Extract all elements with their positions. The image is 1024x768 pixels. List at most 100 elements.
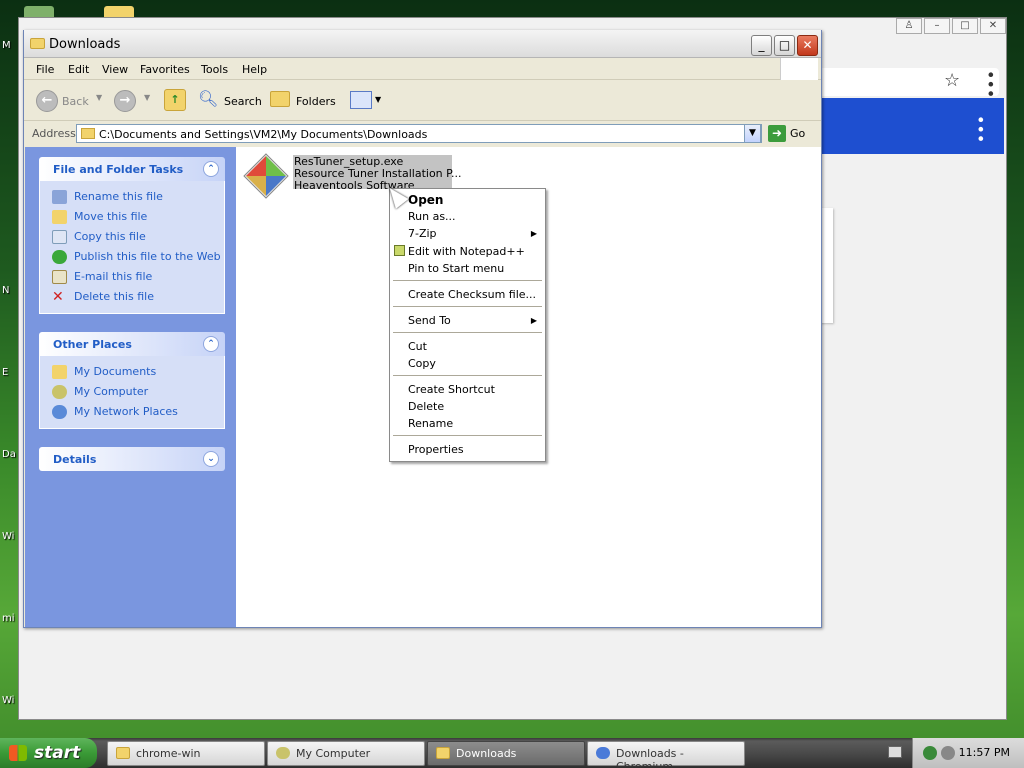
forward-arrow-icon[interactable]: → <box>114 90 136 112</box>
desktop-label[interactable]: mi <box>2 613 15 624</box>
desktop-label[interactable]: Wi <box>2 695 14 706</box>
go-button[interactable]: Go <box>790 127 805 140</box>
back-arrow-icon[interactable]: ← <box>36 90 58 112</box>
address-dropdown-icon[interactable]: ▼ <box>744 124 761 143</box>
menu-separator <box>393 306 542 307</box>
panel-body: Rename this file Move this file Copy thi… <box>39 181 225 314</box>
address-bar: Address C:\Documents and Settings\VM2\My… <box>24 122 821 146</box>
installer-icon[interactable] <box>242 152 290 200</box>
chrome-menu-icon[interactable]: ••• <box>981 70 1000 98</box>
menu-create-checksum[interactable]: Create Checksum file... <box>408 288 536 301</box>
panel-header[interactable]: File and Folder Tasks ⌃ <box>39 157 225 181</box>
context-menu: Open Run as... 7-Zip ▶ Edit with Notepad… <box>389 188 546 462</box>
place-label: My Computer <box>74 385 149 398</box>
start-button[interactable]: start <box>0 738 97 768</box>
folder-icon <box>116 747 130 759</box>
menu-edit-notepad[interactable]: Edit with Notepad++ <box>408 245 525 258</box>
menu-view[interactable]: View <box>102 63 128 76</box>
menu-rename[interactable]: Rename <box>408 417 453 430</box>
computer-icon <box>276 747 290 759</box>
details-panel: Details ⌄ <box>39 447 225 471</box>
place-my-documents[interactable]: My Documents <box>52 362 224 382</box>
task-copy[interactable]: Copy this file <box>52 227 224 247</box>
taskbar-button-downloads[interactable]: Downloads <box>427 741 585 766</box>
windows-flag-icon <box>9 745 27 761</box>
taskbar-button-my-computer[interactable]: My Computer <box>267 741 425 766</box>
menu-7zip[interactable]: 7-Zip <box>408 227 437 240</box>
maximize-button[interactable]: □ <box>774 35 795 56</box>
panel-header[interactable]: Other Places ⌃ <box>39 332 225 356</box>
place-my-network[interactable]: My Network Places <box>52 402 224 422</box>
task-label: Copy this file <box>74 230 146 243</box>
place-my-computer[interactable]: My Computer <box>52 382 224 402</box>
menu-send-to[interactable]: Send To <box>408 314 451 327</box>
forward-dropdown-icon[interactable]: ▼ <box>144 93 150 102</box>
collapse-icon[interactable]: ⌃ <box>203 336 219 352</box>
folder-icon <box>30 38 45 49</box>
menu-cut[interactable]: Cut <box>408 340 427 353</box>
menu-run-as[interactable]: Run as... <box>408 210 456 223</box>
menu-edit[interactable]: Edit <box>68 63 89 76</box>
taskbar-label: My Computer <box>296 747 371 760</box>
desktop-label[interactable]: E <box>2 367 8 378</box>
search-button[interactable]: Search <box>224 95 262 108</box>
menu-copy[interactable]: Copy <box>408 357 436 370</box>
back-dropdown-icon[interactable]: ▼ <box>96 93 102 102</box>
panel-header[interactable]: Details ⌄ <box>39 447 225 471</box>
menu-create-shortcut[interactable]: Create Shortcut <box>408 383 495 396</box>
close-button[interactable]: ✕ <box>797 35 818 56</box>
menu-separator <box>393 280 542 281</box>
minimize-button[interactable]: _ <box>751 35 772 56</box>
taskbar-button-chrome-win[interactable]: chrome-win <box>107 741 265 766</box>
up-folder-icon[interactable]: ↑ <box>164 89 186 111</box>
task-email[interactable]: E-mail this file <box>52 267 224 287</box>
menu-file[interactable]: File <box>36 63 54 76</box>
profile-icon[interactable]: ♙ <box>896 18 922 34</box>
desktop-label[interactable]: N <box>2 285 9 296</box>
task-move[interactable]: Move this file <box>52 207 224 227</box>
menu-tools[interactable]: Tools <box>201 63 228 76</box>
bookmark-star-icon[interactable]: ☆ <box>944 70 960 91</box>
clock[interactable]: 11:57 PM <box>959 746 1010 759</box>
menu-bar: File Edit View Favorites Tools Help <box>24 58 821 80</box>
desktop-label[interactable]: Da <box>2 449 16 460</box>
back-button[interactable]: Back <box>62 95 89 108</box>
maximize-icon[interactable]: □ <box>952 18 978 34</box>
page-menu-icon[interactable]: ••• <box>971 115 990 143</box>
window-title: Downloads <box>49 37 121 52</box>
email-icon <box>52 270 67 284</box>
close-icon[interactable]: ✕ <box>980 18 1006 34</box>
desktop-label[interactable]: Wi <box>2 531 14 542</box>
title-bar[interactable]: Downloads _ □ ✕ <box>24 30 821 58</box>
minimize-icon[interactable]: – <box>924 18 950 34</box>
menu-help[interactable]: Help <box>242 63 267 76</box>
menu-pin-start[interactable]: Pin to Start menu <box>408 262 504 275</box>
views-icon[interactable] <box>350 91 372 109</box>
file-item-selected[interactable]: ResTuner_setup.exe Resource Tuner Instal… <box>293 155 462 192</box>
taskbar-button-chromium[interactable]: Downloads - Chromium <box>587 741 745 768</box>
security-shield-icon[interactable] <box>923 746 937 760</box>
address-field[interactable]: C:\Documents and Settings\VM2\My Documen… <box>76 124 762 143</box>
task-delete[interactable]: ✕ Delete this file <box>52 287 224 307</box>
menu-open[interactable]: Open <box>408 193 443 207</box>
views-dropdown-icon[interactable]: ▼ <box>375 95 381 104</box>
file-folder-tasks-panel: File and Folder Tasks ⌃ Rename this file… <box>39 157 225 314</box>
search-icon: 🔍︎ <box>198 89 219 108</box>
place-label: My Documents <box>74 365 157 378</box>
menu-properties[interactable]: Properties <box>408 443 464 456</box>
expand-icon[interactable]: ⌄ <box>203 451 219 467</box>
menu-favorites[interactable]: Favorites <box>140 63 190 76</box>
task-rename[interactable]: Rename this file <box>52 187 224 207</box>
panel-body: My Documents My Computer My Network Plac… <box>39 356 225 429</box>
menu-delete[interactable]: Delete <box>408 400 444 413</box>
keyboard-icon[interactable] <box>888 746 902 758</box>
go-arrow-icon[interactable]: ➜ <box>768 125 786 142</box>
task-publish[interactable]: Publish this file to the Web <box>52 247 224 267</box>
task-pane: File and Folder Tasks ⌃ Rename this file… <box>25 147 236 627</box>
desktop-label[interactable]: M <box>2 40 11 51</box>
omnibox[interactable] <box>819 68 999 96</box>
collapse-icon[interactable]: ⌃ <box>203 161 219 177</box>
folders-button[interactable]: Folders <box>296 95 336 108</box>
task-label: Rename this file <box>74 190 163 203</box>
volume-icon[interactable] <box>941 746 955 760</box>
